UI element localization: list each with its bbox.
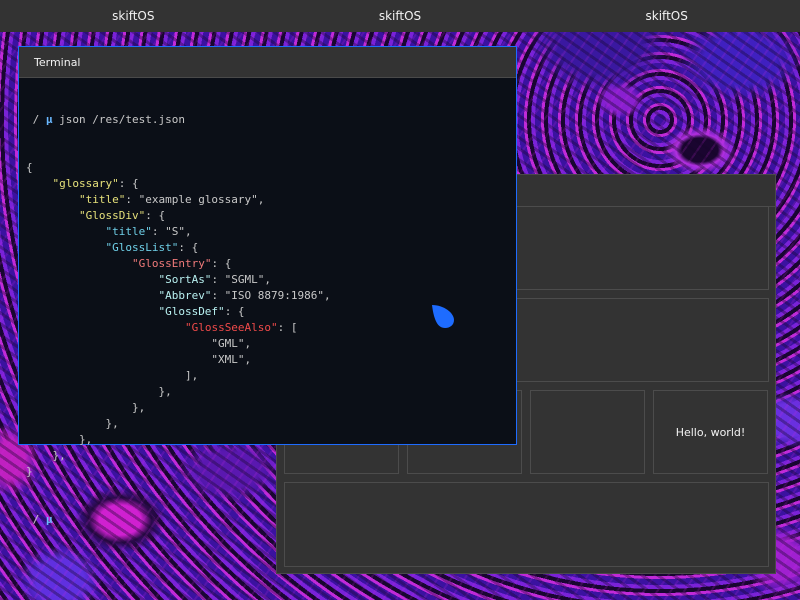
terminal-titlebar[interactable]: Terminal — [19, 47, 516, 78]
panel-item-2[interactable]: skiftOS — [267, 0, 534, 32]
prompt-symbol: µ — [45, 113, 53, 126]
json-line: "GlossEntry": { — [131, 257, 232, 270]
top-panel: skiftOS skiftOS skiftOS — [0, 0, 800, 32]
json-line: "GML", — [26, 337, 252, 350]
json-line: "XML", — [26, 353, 252, 366]
panel-item-3[interactable]: skiftOS — [533, 0, 800, 32]
json-line: "Abbrev": "ISO 8879:1986", — [158, 289, 331, 302]
json-line: "title": "S", — [105, 225, 192, 238]
mouse-cursor-icon — [432, 305, 454, 328]
prompt-command: json /res/test.json — [59, 113, 185, 126]
panel-item-1[interactable]: skiftOS — [0, 0, 267, 32]
panel-box-5 — [530, 390, 645, 474]
terminal-title: Terminal — [34, 56, 81, 69]
json-line: }, — [26, 401, 146, 414]
json-line: "title": "example glossary", — [78, 193, 265, 206]
json-line: ], — [26, 369, 199, 382]
json-line: "GlossList": { — [105, 241, 199, 254]
json-line: }, — [26, 433, 93, 446]
json-line: }, — [26, 417, 119, 430]
json-line: } — [26, 465, 33, 478]
hello-world-label: Hello, world! — [653, 390, 768, 474]
json-line: "GlossDiv": { — [78, 209, 166, 222]
prompt-dir-current: / — [32, 513, 40, 526]
json-line: { — [26, 161, 33, 174]
terminal-output[interactable]: / µ json /res/test.json { "glossary": { … — [26, 80, 512, 526]
json-line: }, — [26, 449, 66, 462]
json-line: "glossary": { — [52, 177, 139, 190]
prompt-line: / µ json /res/test.json — [26, 112, 512, 128]
prompt-dir: / — [32, 113, 40, 126]
terminal-window[interactable]: Terminal / µ json /res/test.json { "glos… — [18, 46, 517, 526]
json-line: }, — [26, 385, 172, 398]
json-line: "SortAs": "SGML", — [158, 273, 272, 286]
prompt-symbol-current: µ — [45, 513, 53, 526]
prompt-line-current[interactable]: / µ — [26, 512, 512, 528]
